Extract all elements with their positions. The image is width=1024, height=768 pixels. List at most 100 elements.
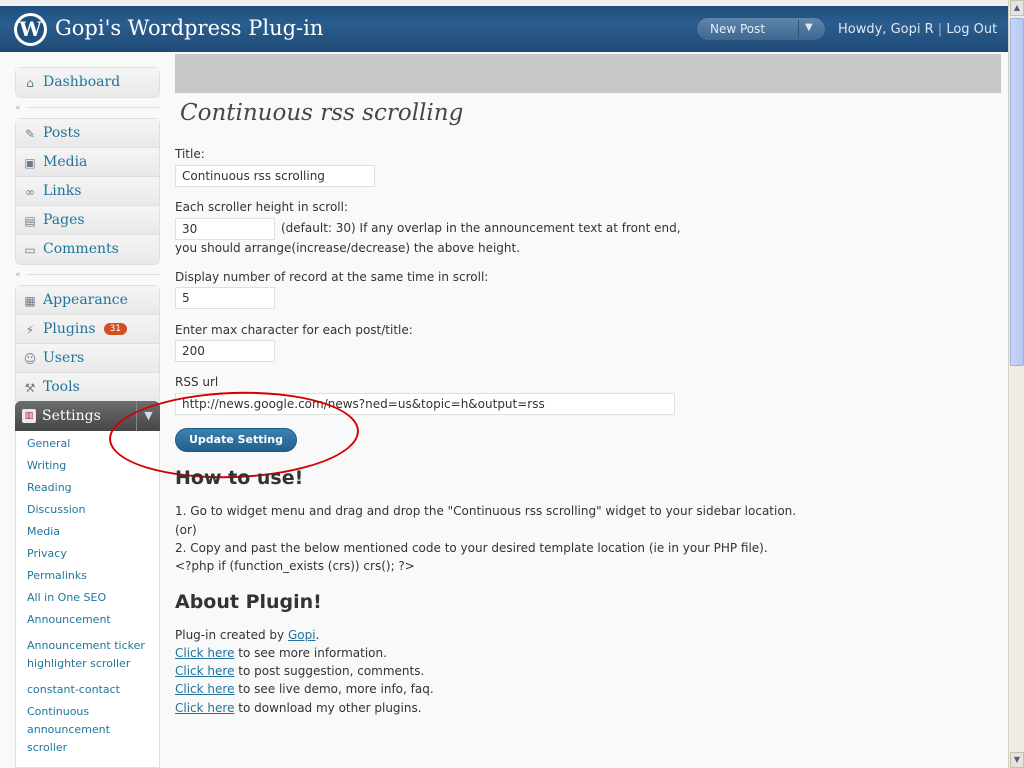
maxchar-input[interactable] [175, 340, 275, 362]
submenu-item-constant-contact[interactable]: constant-contact [27, 681, 120, 699]
new-post-label: New Post [710, 22, 766, 36]
sidebar-item-posts[interactable]: ✎ Posts [16, 119, 159, 148]
pages-icon: ▤ [24, 214, 36, 228]
sidebar-item-label: Plugins 31 [43, 321, 128, 337]
howdy-user-link[interactable]: Howdy, Gopi R [838, 22, 934, 37]
sidebar-item-links[interactable]: ∞ Links [16, 177, 159, 206]
menu-group-content: ✎ Posts ▣ Media ∞ Links ▤ Pages ▭ Commen… [15, 118, 160, 265]
appearance-icon: ▦ [24, 294, 36, 308]
submenu-item-privacy[interactable]: Privacy [27, 545, 67, 563]
tools-icon: ⚒ [24, 381, 36, 395]
sidebar-item-label: Posts [43, 125, 81, 141]
submenu-item-reading[interactable]: Reading [27, 479, 72, 497]
height-label: Each scroller height in scroll: [175, 200, 349, 214]
dropdown-divider [798, 20, 799, 38]
rss-url-label: RSS url [175, 375, 219, 389]
scrollbar-thumb[interactable] [1010, 18, 1024, 366]
how-to-use-heading: How to use! [175, 467, 304, 489]
submenu-item-general[interactable]: General [27, 435, 70, 453]
about-plugin-heading: About Plugin! [175, 591, 322, 613]
top-banner-bar [175, 54, 1001, 93]
submenu-item-media[interactable]: Media [27, 523, 60, 541]
author-link[interactable]: Gopi [288, 628, 316, 642]
submenu-item-continuous-announcement[interactable]: Continuous announcement scroller [27, 703, 127, 757]
link-separator: | [937, 22, 943, 37]
sidebar-item-users[interactable]: ☺ Users [16, 344, 159, 373]
link-icon: ∞ [25, 185, 35, 199]
submenu-item-announcement-ticker[interactable]: Announcement ticker highlighter scroller [27, 637, 153, 673]
sidebar-item-label: Dashboard [43, 74, 121, 90]
home-icon: ⌂ [26, 76, 34, 90]
menu-group-dashboard: ⌂ Dashboard [15, 67, 160, 98]
media-icon: ▣ [24, 156, 36, 170]
sidebar-item-label: Media [43, 154, 88, 170]
about-line-2: Click here to post suggestion, comments. [175, 662, 424, 680]
wordpress-logo-icon[interactable]: W [14, 13, 47, 46]
admin-header: W Gopi's Wordpress Plug-in New Post ▼ Ho… [0, 0, 1008, 52]
howto-code-snippet: <?php if (function_exists (crs)) crs(); … [175, 559, 415, 573]
user-links: Howdy, Gopi R | Log Out [838, 22, 997, 37]
howto-or: (or) [175, 523, 197, 537]
scroll-up-icon[interactable]: ▲ [1010, 0, 1024, 16]
logout-link[interactable]: Log Out [946, 22, 997, 37]
about-text-3: to see live demo, more info, faq. [238, 682, 434, 696]
submenu-item-writing[interactable]: Writing [27, 457, 66, 475]
sidebar-item-label: Settings [42, 408, 101, 424]
sidebar-item-label: Tools [43, 379, 80, 395]
howto-step-2: 2. Copy and past the below mentioned cod… [175, 541, 768, 555]
sidebar-item-comments[interactable]: ▭ Comments [16, 235, 159, 264]
pin-icon: ✎ [24, 127, 36, 141]
settings-submenu: General Writing Reading Discussion Media… [15, 431, 160, 768]
collapse-arrow-icon[interactable]: « [15, 103, 160, 113]
sidebar-item-media[interactable]: ▣ Media [16, 148, 159, 177]
click-here-link[interactable]: Click here [175, 682, 234, 696]
vertical-scrollbar[interactable]: ▲ ▼ [1008, 0, 1024, 768]
scroll-down-icon[interactable]: ▼ [1010, 752, 1024, 768]
height-note: (default: 30) If any overlap in the anno… [281, 221, 681, 235]
new-post-dropdown[interactable]: New Post ▼ [696, 17, 826, 41]
display-input[interactable] [175, 287, 275, 309]
page-title: Continuous rss scrolling [180, 100, 464, 126]
site-title[interactable]: Gopi's Wordpress Plug-in [55, 16, 323, 40]
created-by-line: Plug-in created by Gopi. [175, 626, 319, 644]
period: . [315, 628, 320, 642]
sidebar-item-label: Comments [43, 241, 119, 257]
menu-group-admin: ▦ Appearance ⚡ Plugins 31 ☺ Users ⚒ Tools [15, 285, 160, 402]
about-text-2: to post suggestion, comments. [238, 664, 425, 678]
about-text-4: to download my other plugins. [238, 701, 422, 715]
sidebar-item-label: Users [43, 350, 85, 366]
click-here-link[interactable]: Click here [175, 664, 234, 678]
submenu-item-permalinks[interactable]: Permalinks [27, 567, 87, 585]
submenu-item-all-in-one-seo[interactable]: All in One SEO [27, 589, 106, 607]
settings-icon: ▥ [22, 409, 36, 423]
sidebar-item-tools[interactable]: ⚒ Tools [16, 373, 159, 402]
update-count-badge: 31 [103, 323, 128, 335]
sidebar-item-dashboard[interactable]: ⌂ Dashboard [16, 68, 159, 97]
submenu-item-discussion[interactable]: Discussion [27, 501, 86, 519]
click-here-link[interactable]: Click here [175, 701, 234, 715]
comment-icon: ▭ [24, 243, 36, 257]
maxchar-label: Enter max character for each post/title: [175, 323, 413, 337]
about-line-3: Click here to see live demo, more info, … [175, 680, 434, 698]
collapse-arrow-icon[interactable]: « [15, 270, 160, 280]
sidebar-item-label: Appearance [43, 292, 128, 308]
chevron-down-icon[interactable]: ▼ [805, 22, 813, 33]
sidebar-item-label: Pages [43, 212, 85, 228]
title-input[interactable] [175, 165, 375, 187]
users-icon: ☺ [23, 352, 37, 366]
about-text-1: to see more information. [238, 646, 387, 660]
plugins-label: Plugins [43, 321, 96, 337]
height-note-2: you should arrange(increase/decrease) th… [175, 241, 521, 255]
click-here-link[interactable]: Click here [175, 646, 234, 660]
sidebar-item-appearance[interactable]: ▦ Appearance [16, 286, 159, 315]
sidebar-item-plugins[interactable]: ⚡ Plugins 31 [16, 315, 159, 344]
sidebar-item-pages[interactable]: ▤ Pages [16, 206, 159, 235]
about-line-1: Click here to see more information. [175, 644, 387, 662]
plugin-icon: ⚡ [25, 323, 35, 337]
sidebar-item-label: Links [43, 183, 82, 199]
about-line-4: Click here to download my other plugins. [175, 699, 422, 717]
submenu-item-announcement[interactable]: Announcement [27, 611, 111, 629]
title-label: Title: [175, 147, 205, 161]
howto-step-1: 1. Go to widget menu and drag and drop t… [175, 504, 797, 518]
height-input[interactable] [175, 218, 275, 240]
